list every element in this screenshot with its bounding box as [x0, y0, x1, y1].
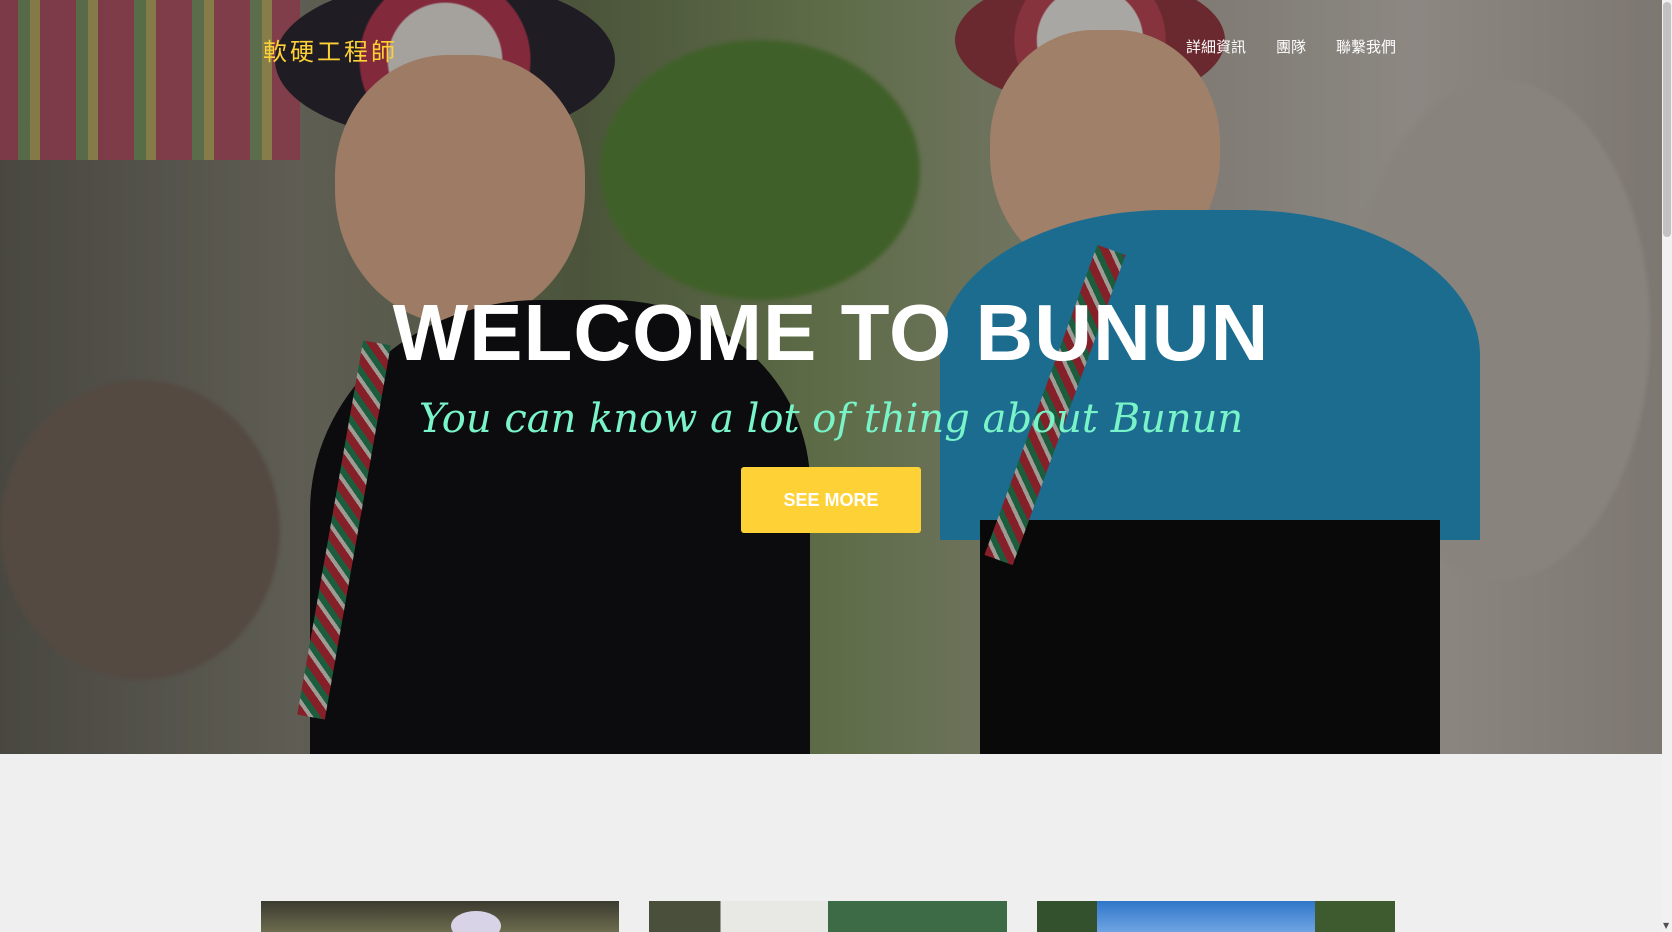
scrollbar-thumb[interactable] — [1663, 2, 1671, 237]
nav-item-team[interactable]: 團隊 — [1276, 36, 1306, 57]
portfolio-thumbnail[interactable] — [261, 901, 619, 932]
hero-title: WELCOME TO BUNUN — [392, 288, 1270, 377]
portfolio-thumbnails — [261, 901, 1395, 932]
top-navbar: 軟硬工程師 詳細資訊 團隊 聯繫我們 — [0, 0, 1662, 96]
hero-content: WELCOME TO BUNUN You can know a lot of t… — [0, 285, 1662, 533]
portfolio-thumbnail[interactable] — [649, 901, 1007, 932]
site-logo[interactable]: 軟硬工程師 — [263, 32, 398, 67]
see-more-button[interactable]: SEE MORE — [741, 467, 921, 533]
nav-item-contact[interactable]: 聯繫我們 — [1336, 36, 1396, 57]
portfolio-thumbnail[interactable] — [1037, 901, 1395, 932]
scroll-down-arrow-icon[interactable]: ▼ — [1663, 922, 1671, 930]
nav-menu: 詳細資訊 團隊 聯繫我們 — [1186, 36, 1396, 57]
hero-subtitle: You can know a lot of thing about Bunun — [418, 396, 1244, 442]
nav-item-details[interactable]: 詳細資訊 — [1186, 36, 1246, 57]
page-scrollbar[interactable]: ▼ — [1662, 0, 1672, 932]
